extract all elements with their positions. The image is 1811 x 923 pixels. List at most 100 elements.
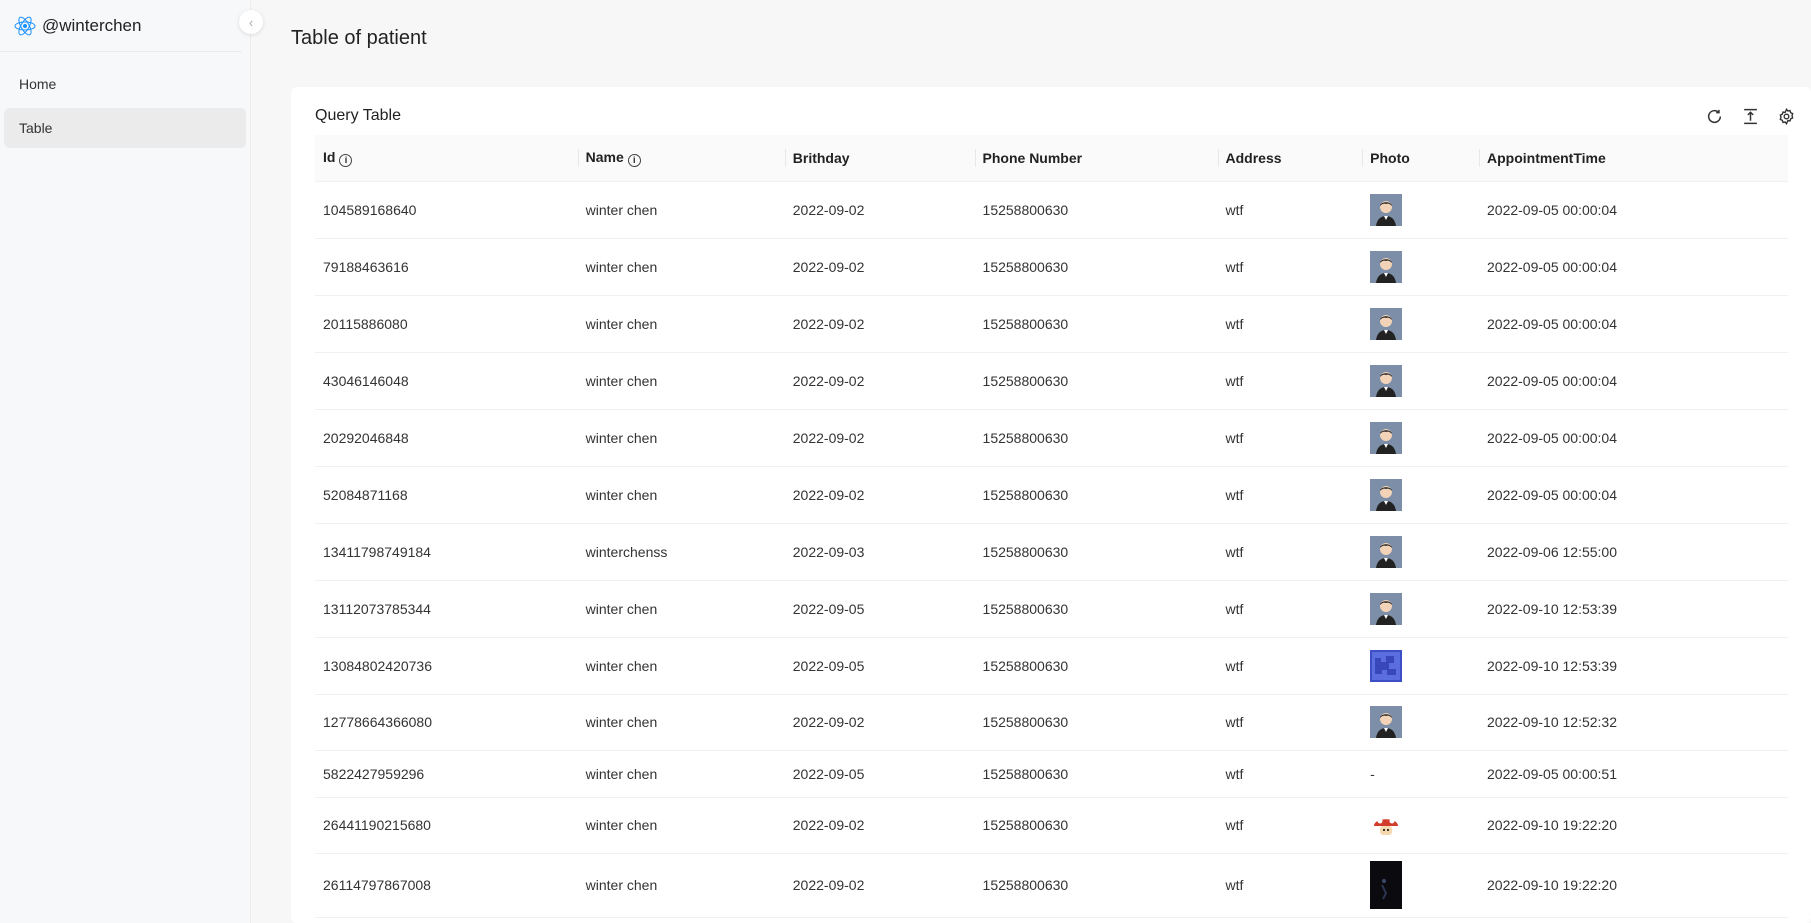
- column-header-id[interactable]: Id i: [315, 135, 578, 182]
- cell-photo: [1362, 352, 1479, 410]
- table-row[interactable]: 13112073785344 winter chen 2022-09-05 15258…: [315, 580, 1788, 638]
- cell-address: wtf: [1217, 409, 1363, 467]
- cell-birthday: 2022-09-03: [784, 523, 975, 581]
- column-header-label: Name: [585, 148, 624, 165]
- cell-address: wtf: [1217, 637, 1363, 695]
- main-content: Table of patient Query Table Id i Name i…: [251, 0, 1811, 923]
- cell-birthday: 2022-09-02: [784, 694, 975, 751]
- photo-thumbnail[interactable]: [1370, 307, 1403, 340]
- column-header-photo[interactable]: Photo: [1362, 135, 1479, 182]
- photo-thumbnail[interactable]: [1370, 809, 1402, 841]
- info-icon[interactable]: i: [627, 153, 641, 167]
- cell-id: 79188463616: [315, 238, 578, 296]
- cell-phone: 15258800630: [974, 750, 1218, 798]
- photo-thumbnail[interactable]: [1370, 649, 1403, 682]
- cell-birthday: 2022-09-05: [784, 750, 975, 798]
- photo-thumbnail[interactable]: [1370, 592, 1403, 625]
- patient-table: Id i Name i Brithday Phone Number Address …: [315, 135, 1788, 918]
- cell-phone: 15258800630: [974, 580, 1218, 638]
- cell-phone: 15258800630: [974, 694, 1218, 751]
- cell-name: winter chen: [577, 181, 785, 239]
- photo-thumbnail[interactable]: [1370, 861, 1403, 909]
- cell-birthday: 2022-09-02: [784, 181, 975, 239]
- photo-thumbnail[interactable]: [1370, 535, 1403, 568]
- column-header-name[interactable]: Name i: [577, 135, 785, 182]
- table-row[interactable]: 43046146048 winter chen 2022-09-02 15258800…: [315, 352, 1788, 410]
- info-icon[interactable]: i: [339, 153, 353, 167]
- cell-id: 12778664366080: [315, 694, 578, 751]
- cell-birthday: 2022-09-02: [784, 797, 975, 854]
- cell-name: winter chen: [577, 466, 785, 524]
- react-logo-icon: [14, 16, 36, 35]
- card-title: Query Table: [315, 107, 401, 124]
- cell-name: winter chen: [577, 750, 785, 798]
- photo-thumbnail[interactable]: [1370, 364, 1403, 397]
- cell-id: 5822427959296: [315, 750, 578, 798]
- reload-icon[interactable]: [1705, 107, 1723, 125]
- table-row[interactable]: 104589168640 winter chen 2022-09-02 1525880…: [315, 181, 1788, 239]
- table-row[interactable]: 79188463616 winter chen 2022-09-02 15258800…: [315, 238, 1788, 296]
- photo-thumbnail[interactable]: [1370, 706, 1403, 738]
- cell-appointment-time: 2022-09-10 12:53:39: [1479, 637, 1788, 695]
- cell-photo: [1362, 466, 1479, 524]
- sidebar-item-label: Home: [19, 76, 57, 92]
- column-header-phone[interactable]: Phone Number: [974, 135, 1218, 182]
- photo-thumbnail[interactable]: [1370, 250, 1403, 283]
- cell-appointment-time: 2022-09-10 12:53:39: [1479, 580, 1788, 638]
- cell-appointment-time: 2022-09-06 12:55:00: [1479, 523, 1788, 581]
- table-row[interactable]: 26114797867008 winter chen 2022-09-02 15258…: [315, 853, 1788, 918]
- sidebar-item-table[interactable]: Table: [4, 108, 246, 148]
- cell-appointment-time: 2022-09-10 19:22:20: [1479, 853, 1788, 918]
- cell-address: wtf: [1217, 694, 1363, 751]
- cell-address: wtf: [1217, 181, 1363, 239]
- cell-birthday: 2022-09-02: [784, 352, 975, 410]
- cell-birthday: 2022-09-02: [784, 409, 975, 467]
- cell-address: wtf: [1217, 295, 1363, 353]
- cell-id: 26441190215680: [315, 797, 578, 854]
- table-row[interactable]: 26441190215680 winter chen 2022-09-02 15258…: [315, 797, 1788, 854]
- cell-phone: 15258800630: [974, 466, 1218, 524]
- cell-address: wtf: [1217, 466, 1363, 524]
- cell-name: winter chen: [577, 409, 785, 467]
- table-row[interactable]: 12778664366080 winter chen 2022-09-02 15258…: [315, 694, 1788, 751]
- cell-birthday: 2022-09-02: [784, 466, 975, 524]
- table-row[interactable]: 13084802420736 winter chen 2022-09-05 15258…: [315, 637, 1788, 695]
- table-row[interactable]: 52084871168 winter chen 2022-09-02 15258800…: [315, 466, 1788, 524]
- cell-name: winterchenss: [577, 523, 785, 581]
- sidebar-item-label: Table: [19, 120, 53, 136]
- cell-photo: [1362, 797, 1479, 854]
- cell-phone: 15258800630: [974, 797, 1218, 854]
- cell-name: winter chen: [577, 238, 785, 296]
- settings-icon[interactable]: [1777, 107, 1795, 125]
- density-icon[interactable]: [1741, 107, 1759, 125]
- column-header-appointment-time[interactable]: AppointmentTime: [1479, 135, 1788, 182]
- cell-id: 13411798749184: [315, 523, 578, 581]
- photo-thumbnail[interactable]: [1370, 478, 1403, 511]
- cell-address: wtf: [1217, 853, 1363, 918]
- sidebar-item-home[interactable]: Home: [4, 64, 246, 104]
- cell-id: 26114797867008: [315, 853, 578, 918]
- table-row[interactable]: 20115886080 winter chen 2022-09-02 15258800…: [315, 295, 1788, 353]
- cell-photo: [1362, 523, 1479, 581]
- cell-id: 43046146048: [315, 352, 578, 410]
- cell-phone: 15258800630: [974, 409, 1218, 467]
- cell-address: wtf: [1217, 523, 1363, 581]
- cell-id: 20115886080: [315, 295, 578, 353]
- cell-name: winter chen: [577, 580, 785, 638]
- cell-photo: [1362, 637, 1479, 695]
- photo-thumbnail[interactable]: [1370, 193, 1403, 226]
- brand-logo[interactable]: @winterchen: [0, 0, 242, 52]
- photo-thumbnail[interactable]: [1370, 421, 1403, 454]
- cell-appointment-time: 2022-09-05 00:00:04: [1479, 409, 1788, 467]
- card-header: Query Table: [291, 87, 1811, 135]
- cell-name: winter chen: [577, 295, 785, 353]
- table-row[interactable]: 20292046848 winter chen 2022-09-02 15258800…: [315, 409, 1788, 467]
- column-header-birthday[interactable]: Brithday: [784, 135, 975, 182]
- table-row[interactable]: 13411798749184 winterchenss 2022-09-03 1525…: [315, 523, 1788, 581]
- cell-photo: [1362, 238, 1479, 296]
- sidebar-collapse-button[interactable]: ‹: [239, 10, 263, 34]
- table-row[interactable]: 5822427959296 winter chen 2022-09-05 152588…: [315, 750, 1788, 798]
- cell-photo: [1362, 181, 1479, 239]
- cell-id: 20292046848: [315, 409, 578, 467]
- column-header-address[interactable]: Address: [1217, 135, 1363, 182]
